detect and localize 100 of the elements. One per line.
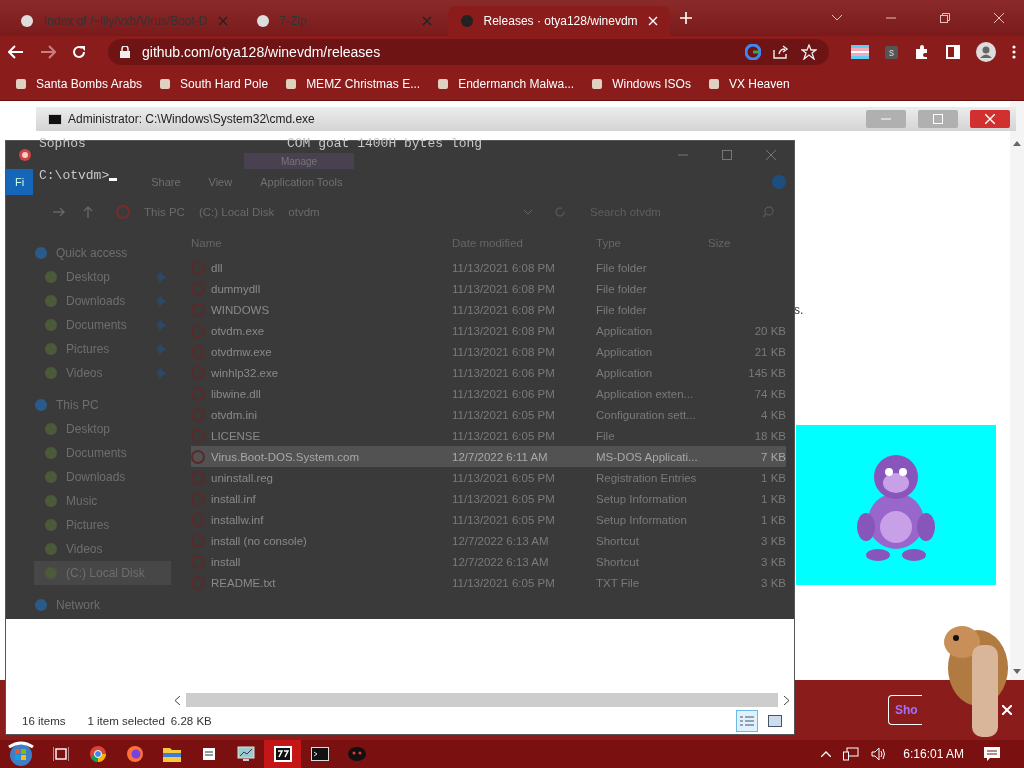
tab-favicon-icon (255, 14, 270, 28)
side-panel-icon[interactable] (946, 45, 960, 59)
new-tab-icon[interactable] (679, 12, 692, 24)
file-row[interactable]: Virus.Boot-DOS.System.com 12/7/2022 6:11 AM MS-DOS Applicati... 7 KB (191, 446, 786, 467)
view-toggle[interactable] (736, 710, 758, 732)
file-type: Application (596, 324, 654, 337)
file-type: File folder (596, 303, 648, 316)
start-orb-icon[interactable] (6, 741, 36, 767)
browser-tab[interactable]: 7-Zip (243, 6, 444, 36)
chevron-up-icon[interactable] (821, 751, 832, 757)
scroll-left-icon[interactable] (174, 695, 180, 705)
folder-icon (34, 398, 48, 412)
file-name: uninstall.reg (211, 471, 273, 484)
bookmark-star-icon[interactable] (801, 44, 817, 60)
notification-icon[interactable] (984, 747, 1000, 761)
puzzle-piece-icon[interactable] (914, 44, 930, 60)
reload-icon[interactable] (72, 45, 86, 59)
bookmark-favicon-icon (706, 77, 721, 91)
window-title: Administrator: C:\Windows\System32\cmd.exe (68, 112, 315, 126)
selection-count: 1 item selected (87, 715, 165, 727)
file-row[interactable]: dll 11/13/2021 6:08 PM File folder (191, 257, 786, 278)
file-name: dummydll (211, 282, 261, 295)
file-type: Registration Entries (596, 471, 698, 484)
file-row[interactable]: install.inf 11/13/2021 6:05 PM Setup Information 1 KB (191, 488, 786, 509)
bookmark-favicon-icon (590, 77, 605, 91)
file-icon (191, 533, 205, 548)
scroll-up-icon[interactable] (1013, 141, 1021, 146)
file-icon (191, 365, 205, 380)
address-bar[interactable]: github.com/otya128/winevdm/releases (108, 39, 829, 65)
file-date: 11/13/2021 6:05 PM (452, 429, 556, 442)
folder-icon (44, 422, 58, 436)
file-icon (191, 491, 205, 506)
file-size: 4 KB (761, 408, 786, 421)
file-row[interactable]: uninstall.reg 11/13/2021 6:05 PM Registration Entries 1 KB (191, 467, 786, 488)
tab-search-icon[interactable] (832, 15, 842, 21)
close-button[interactable] (970, 110, 1010, 128)
folder-icon (162, 746, 181, 762)
extension-badge[interactable]: s (885, 45, 898, 59)
file-icon (191, 302, 205, 317)
browser-tab[interactable]: Releases · otya128/winevdm (447, 6, 670, 36)
menu-icon[interactable] (1012, 45, 1016, 59)
forward-arrow-icon[interactable] (40, 45, 56, 59)
file-date: 11/13/2021 6:08 PM (452, 345, 556, 358)
file-size: 18 KB (754, 429, 786, 442)
network-icon[interactable] (843, 747, 860, 761)
file-row[interactable]: otvdm.exe 11/13/2021 6:08 PM Application 20 KB (191, 320, 786, 341)
file-row[interactable]: dummydll 11/13/2021 6:08 PM File folder (191, 278, 786, 299)
browser-tab[interactable]: Index of /~lily/vxh/Virus/Boot-D (8, 6, 240, 36)
file-row[interactable]: winhlp32.exe 11/13/2021 6:06 PM Application 145 KB (191, 362, 786, 383)
file-size: 3 KB (761, 534, 786, 547)
file-row[interactable]: installw.inf 11/13/2021 6:05 PM Setup Information 1 KB (191, 509, 786, 530)
file-type: Shortcut (596, 555, 640, 568)
file-row[interactable]: libwine.dll 11/13/2021 6:06 PM Application exten... 74 KB (191, 383, 786, 404)
bookmark-favicon-icon (436, 77, 451, 91)
restore-icon[interactable] (940, 13, 950, 23)
file-row[interactable]: otvdmw.exe 11/13/2021 6:08 PM Application 21 KB (191, 341, 786, 362)
google-icon[interactable] (745, 44, 761, 60)
file-type: Setup Information (596, 492, 688, 505)
page-text: s. (794, 303, 804, 317)
file-type: MS-DOS Applicati... (596, 450, 699, 463)
file-row[interactable]: LICENSE 11/13/2021 6:05 PM File 18 KB (191, 425, 786, 446)
file-name: libwine.dll (211, 387, 261, 400)
bookmark-link[interactable]: Windows ISOs (590, 77, 691, 91)
scroll-right-icon[interactable] (784, 695, 790, 705)
avatar-icon[interactable] (976, 42, 996, 62)
file-row[interactable]: README.txt 11/13/2021 6:05 PM TXT File 3 KB (191, 572, 786, 593)
taskbar-app[interactable] (264, 740, 301, 768)
ribbon-tab[interactable]: Fi (6, 169, 34, 195)
folder-icon (44, 318, 58, 332)
bookmark-link[interactable]: Santa Bombs Arabs (14, 77, 143, 91)
file-row[interactable]: otvdm.ini 11/13/2021 6:05 PM Configuration sett... 4 KB (191, 404, 786, 425)
minimize-icon (881, 118, 891, 120)
maximize-icon[interactable] (722, 150, 732, 160)
show-button[interactable]: Sho (888, 695, 922, 725)
close-icon (985, 114, 995, 124)
file-date: 12/7/2022 6:13 AM (452, 555, 550, 568)
back-arrow-icon[interactable] (8, 45, 24, 59)
folder-icon (44, 294, 58, 308)
file-date: 11/13/2021 6:08 PM (452, 282, 556, 295)
file-row[interactable]: install (no console) 12/7/2022 6:13 AM Shortcut 3 KB (191, 530, 786, 551)
speaker-icon[interactable] (871, 747, 888, 761)
share-icon[interactable] (773, 45, 789, 59)
file-row[interactable]: install 12/7/2022 6:13 AM Shortcut 3 KB (191, 551, 786, 572)
file-icon (191, 407, 205, 422)
file-date: 11/13/2021 6:05 PM (452, 408, 556, 421)
bookmark-favicon-icon (284, 77, 299, 91)
bookmark-link[interactable]: Endermanch Malwa... (436, 77, 575, 91)
file-date: 11/13/2021 6:06 PM (452, 366, 556, 379)
scroll-down-icon[interactable] (1013, 669, 1021, 674)
file-size: 20 KB (754, 324, 786, 337)
bookmark-link[interactable]: MEMZ Christmas E... (284, 77, 421, 91)
bookmark-link[interactable]: South Hard Pole (158, 77, 269, 91)
file-date: 11/13/2021 6:08 PM (452, 303, 556, 316)
console-prompt: C:\otvdm> (39, 168, 110, 183)
vertical-scrollbar[interactable] (1010, 101, 1024, 680)
file-name: install.inf (211, 492, 256, 505)
file-row[interactable]: WINDOWS 11/13/2021 6:08 PM File folder (191, 299, 786, 320)
clock-time[interactable]: 6:16:01 AM (903, 747, 964, 761)
bookmark-link[interactable]: VX Heaven (706, 77, 790, 91)
console-output: COM goat 1400H bytes long (287, 136, 483, 151)
